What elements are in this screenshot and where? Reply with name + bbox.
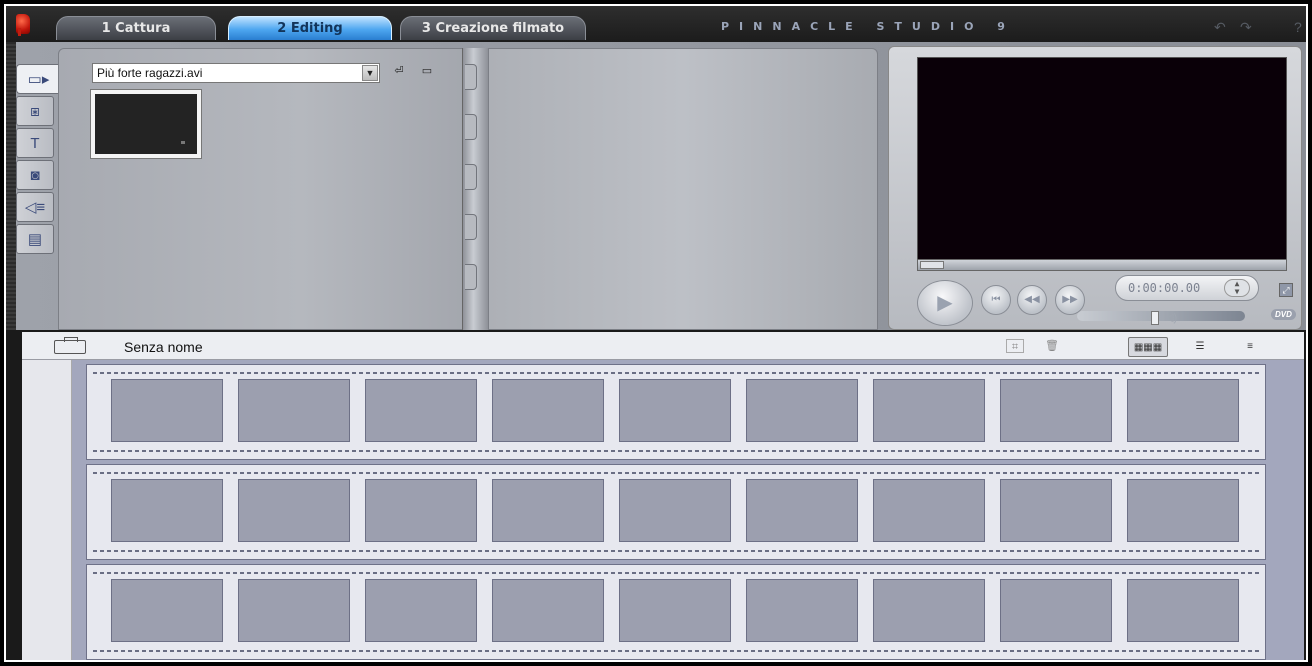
tab-editing[interactable]: 2 Editing	[228, 16, 392, 40]
volume-thumb[interactable]	[1151, 311, 1159, 325]
player-screen	[917, 57, 1287, 261]
storyboard-cell[interactable]	[873, 579, 985, 642]
album-spine	[462, 48, 490, 330]
album-ring	[465, 164, 477, 190]
storyboard-cell[interactable]	[365, 379, 477, 442]
folder-icon[interactable]: ▭	[418, 64, 436, 80]
dvd-icon[interactable]: DVD	[1271, 309, 1296, 320]
clip-thumbnail[interactable]	[90, 89, 202, 159]
source-file-name: Più forte ragazzi.avi	[97, 66, 203, 80]
tab-make-movie[interactable]: 3 Creazione filmato	[400, 16, 586, 40]
play-icon[interactable]: ▶	[917, 280, 973, 326]
storyboard-cell[interactable]	[365, 579, 477, 642]
app-window: 1 Cattura 2 Editing 3 Creazione filmato …	[4, 4, 1308, 662]
storyboard	[72, 360, 1304, 660]
album-right-page	[488, 48, 878, 330]
storyboard-cell[interactable]	[619, 579, 731, 642]
storyboard-cell[interactable]	[619, 479, 731, 542]
pinnacle-logo-icon	[16, 14, 30, 36]
storyboard-cell[interactable]	[492, 579, 604, 642]
left-edge-strip	[6, 42, 16, 330]
rewind-icon[interactable]: ◀◀	[1017, 285, 1047, 315]
storyboard-cell[interactable]	[111, 379, 223, 442]
trash-icon[interactable]: 🗑	[1044, 339, 1060, 353]
storyboard-cell[interactable]	[619, 379, 731, 442]
scrubber-handle[interactable]	[920, 261, 944, 269]
fullscreen-icon[interactable]: ⤢	[1279, 283, 1293, 297]
clip-preview	[95, 94, 197, 154]
storyboard-cell[interactable]	[238, 579, 350, 642]
split-clip-icon[interactable]: ⌗	[1006, 339, 1024, 353]
storyboard-view-icon[interactable]: ▦▦▦	[1128, 337, 1168, 357]
album-ring	[465, 64, 477, 90]
storyboard-cell[interactable]	[492, 479, 604, 542]
storyboard-cell[interactable]	[873, 479, 985, 542]
storyboard-cell[interactable]	[1127, 579, 1239, 642]
storyboard-cell[interactable]	[111, 479, 223, 542]
tab-capture[interactable]: 1 Cattura	[56, 16, 216, 40]
speaker-icon: ◁)	[1165, 312, 1178, 324]
text-view-icon[interactable]: ≡	[1230, 337, 1270, 357]
storyboard-cell[interactable]	[1000, 479, 1112, 542]
brand-title: PINNACLE STUDIO 9	[721, 20, 1015, 33]
storyboard-cell[interactable]	[238, 379, 350, 442]
undo-icon[interactable]: ↶	[1214, 19, 1226, 36]
storyboard-cell[interactable]	[1000, 579, 1112, 642]
storyboard-gutter	[22, 360, 72, 660]
transitions-icon[interactable]: ⧆	[16, 96, 54, 126]
timeline-view-icon[interactable]: ☰	[1180, 337, 1220, 357]
storyboard-cell[interactable]	[365, 479, 477, 542]
help-icon[interactable]: ?	[1294, 19, 1302, 35]
movie-window: Senza nome ⌗ 🗑 ▦▦▦ ☰ ≡	[22, 332, 1304, 660]
storyboard-cell[interactable]	[1000, 379, 1112, 442]
sound-effects-icon[interactable]: ◁≡	[16, 192, 54, 222]
storyboard-cell[interactable]	[1127, 379, 1239, 442]
storyboard-cell[interactable]	[873, 379, 985, 442]
project-name: Senza nome	[124, 339, 203, 355]
movie-window-header: Senza nome ⌗ 🗑 ▦▦▦ ☰ ≡	[22, 332, 1304, 360]
scrubber-bar[interactable]	[917, 259, 1287, 271]
album-side-tabs: ▭▸ ⧆ T ◙ ◁≡ ▤	[16, 64, 60, 256]
source-file-dropdown[interactable]: Più forte ragazzi.avi ▼	[92, 63, 380, 83]
album-ring	[465, 264, 477, 290]
album-ring	[465, 114, 477, 140]
storyboard-row	[86, 564, 1266, 660]
storyboard-cell[interactable]	[746, 379, 858, 442]
timecode-field[interactable]: 0:00:00.00 ▲ ▼	[1115, 275, 1259, 301]
storyboard-cell[interactable]	[746, 579, 858, 642]
preview-player: ▶ ⏮ ◀◀ ▶▶ 0:00:00.00 ▲ ▼ ⤢ ◁) DVD	[888, 46, 1302, 330]
storyboard-cell[interactable]	[1127, 479, 1239, 542]
redo-icon[interactable]: ↷	[1240, 19, 1252, 36]
still-photo-icon[interactable]: ◙	[16, 160, 54, 190]
disc-menus-icon[interactable]: ▤	[16, 224, 54, 254]
storyboard-cell[interactable]	[111, 579, 223, 642]
chevron-down-icon[interactable]: ▼	[362, 65, 378, 81]
storyboard-cell[interactable]	[238, 479, 350, 542]
titles-icon[interactable]: T	[16, 128, 54, 158]
title-bar: 1 Cattura 2 Editing 3 Creazione filmato …	[6, 6, 1306, 42]
storyboard-cell[interactable]	[746, 479, 858, 542]
folder-up-icon[interactable]: ⏎	[390, 64, 408, 80]
storyboard-row	[86, 464, 1266, 560]
storyboard-cell[interactable]	[492, 379, 604, 442]
timecode-spinner[interactable]: ▲ ▼	[1224, 279, 1250, 297]
storyboard-row	[86, 364, 1266, 460]
toolbox-icon[interactable]	[54, 337, 86, 354]
album-ring	[465, 214, 477, 240]
timecode-value: 0:00:00.00	[1128, 281, 1201, 295]
volume-slider[interactable]	[1077, 311, 1245, 321]
go-to-start-icon[interactable]: ⏮	[981, 285, 1011, 315]
video-camera-icon[interactable]: ▭▸	[16, 64, 60, 94]
